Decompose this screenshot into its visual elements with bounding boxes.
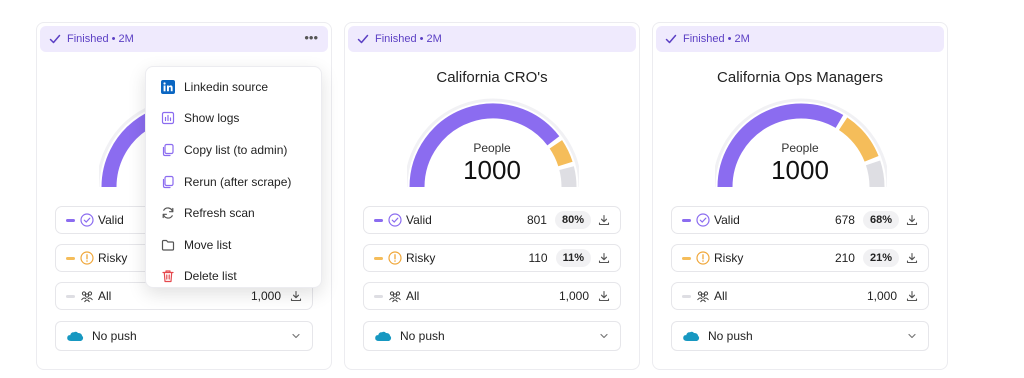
menu-item-rerun[interactable]: Rerun (after scrape): [146, 166, 321, 198]
risky-percent: 21%: [862, 249, 899, 267]
chevron-down-icon: [600, 333, 608, 339]
all-dash: [374, 294, 383, 298]
download-icon[interactable]: [597, 251, 611, 265]
list-title: California Ops Managers: [717, 69, 883, 86]
valid-row[interactable]: Valid 678 68%: [671, 206, 929, 234]
people-label: People: [473, 141, 511, 155]
push-label: No push: [708, 329, 753, 343]
risky-count: 210: [834, 251, 855, 265]
valid-check-icon: [388, 213, 402, 227]
download-icon[interactable]: [905, 289, 919, 303]
download-icon[interactable]: [597, 289, 611, 303]
status-text: Finished • 2M: [375, 33, 442, 45]
more-options-icon[interactable]: •••: [304, 30, 318, 45]
list-card: Finished • 2M California Ops Managers Pe…: [652, 22, 948, 370]
copy-icon: [161, 143, 175, 157]
menu-label: Linkedin source: [184, 79, 269, 94]
salesforce-cloud-icon: [683, 331, 700, 341]
valid-check-icon: [696, 213, 710, 227]
download-icon[interactable]: [905, 213, 919, 227]
risky-percent: 11%: [555, 249, 591, 267]
list-title: California CRO's: [436, 69, 548, 86]
valid-percent: 80%: [554, 211, 591, 229]
download-icon[interactable]: [905, 251, 919, 265]
card-status-bar: Finished • 2M •••: [40, 26, 328, 52]
card-status-bar: Finished • 2M: [348, 26, 636, 52]
risky-dash: [66, 256, 75, 260]
menu-label: Rerun (after scrape): [184, 174, 292, 189]
risky-count: 110: [528, 251, 548, 265]
push-label: No push: [92, 329, 137, 343]
risky-dash: [374, 256, 383, 260]
card-status-bar: Finished • 2M: [656, 26, 944, 52]
check-icon: [49, 34, 61, 44]
trash-icon: [161, 269, 175, 283]
valid-label: Valid: [406, 213, 432, 227]
group-icon: [697, 291, 709, 303]
check-icon: [357, 34, 369, 44]
check-icon: [665, 34, 677, 44]
salesforce-cloud-icon: [67, 331, 84, 341]
status-text: Finished • 2M: [683, 33, 750, 45]
download-icon[interactable]: [597, 213, 611, 227]
folder-icon: [161, 238, 175, 252]
linkedin-icon: [161, 79, 175, 94]
risky-row[interactable]: Risky 110 11%: [363, 244, 621, 272]
valid-count: 678: [834, 213, 855, 227]
salesforce-cloud-icon: [375, 331, 392, 341]
risky-warning-icon: [696, 251, 710, 265]
all-dash: [66, 294, 75, 298]
risky-label: Risky: [714, 251, 744, 265]
valid-check-icon: [80, 213, 94, 227]
all-row[interactable]: All 1,000: [671, 282, 929, 310]
all-row[interactable]: All 1,000: [363, 282, 621, 310]
menu-item-copy-list[interactable]: Copy list (to admin): [146, 134, 321, 166]
list-card: Finished • 2M California CRO's People 10…: [344, 22, 640, 370]
logs-icon: [161, 111, 175, 125]
copy-icon: [161, 175, 175, 189]
valid-dash: [66, 218, 75, 222]
all-label: All: [714, 289, 728, 303]
valid-dash: [682, 218, 691, 222]
menu-item-linkedin-source[interactable]: Linkedin source: [146, 71, 321, 103]
people-count: 1000: [771, 155, 829, 185]
risky-label: Risky: [406, 251, 436, 265]
menu-label: Move list: [184, 237, 232, 252]
risky-dash: [682, 256, 691, 260]
people-count: 1000: [463, 155, 521, 185]
menu-item-move-list[interactable]: Move list: [146, 229, 321, 261]
valid-row[interactable]: Valid 801 80%: [363, 206, 621, 234]
all-label: All: [406, 289, 420, 303]
valid-dash: [374, 218, 383, 222]
status-text: Finished • 2M: [67, 33, 134, 45]
menu-label: Refresh scan: [184, 206, 255, 221]
push-select[interactable]: No push: [55, 321, 313, 351]
all-count: 1,000: [866, 289, 897, 303]
menu-item-delete-list[interactable]: Delete list: [146, 261, 321, 293]
all-dash: [682, 294, 691, 298]
refresh-icon: [161, 206, 175, 220]
chevron-down-icon: [292, 333, 300, 339]
valid-label: Valid: [714, 213, 740, 227]
risky-row[interactable]: Risky 210 21%: [671, 244, 929, 272]
chevron-down-icon: [908, 333, 916, 339]
risky-warning-icon: [80, 251, 94, 265]
group-icon: [389, 291, 401, 303]
push-select[interactable]: No push: [671, 321, 929, 351]
menu-label: Show logs: [184, 111, 240, 126]
risky-warning-icon: [388, 251, 402, 265]
valid-count: 801: [526, 213, 547, 227]
group-icon: [81, 291, 93, 303]
push-select[interactable]: No push: [363, 321, 621, 351]
menu-item-show-logs[interactable]: Show logs: [146, 103, 321, 135]
valid-percent: 68%: [862, 211, 899, 229]
push-label: No push: [400, 329, 445, 343]
menu-label: Delete list: [184, 269, 237, 284]
menu-label: Copy list (to admin): [184, 142, 288, 157]
menu-item-refresh-scan[interactable]: Refresh scan: [146, 197, 321, 229]
context-menu: Linkedin source Show logs Copy list (to …: [145, 66, 322, 288]
all-count: 1,000: [558, 289, 589, 303]
people-label: People: [781, 141, 819, 155]
